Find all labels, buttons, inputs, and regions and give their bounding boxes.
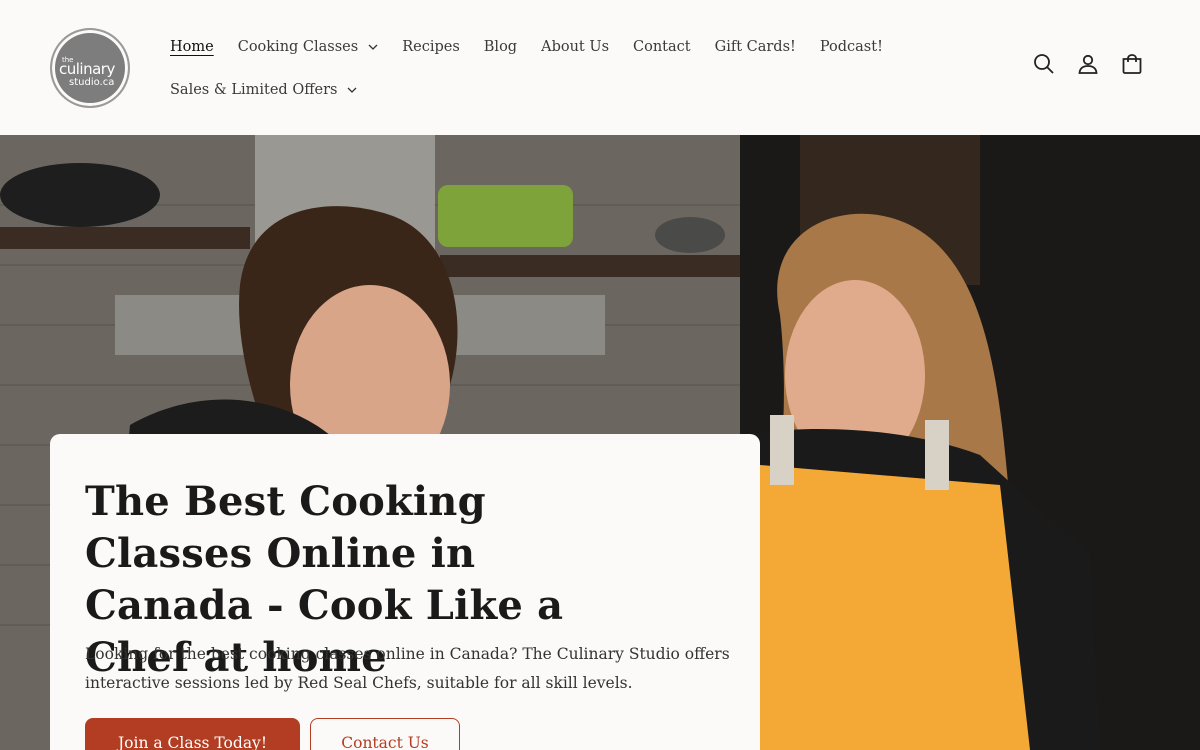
main-nav-row-1: Home Cooking Classes Recipes Blog About …: [158, 32, 895, 62]
main-nav-row-2: Sales & Limited Offers: [158, 75, 369, 105]
nav-item-sales-limited-offers[interactable]: Sales & Limited Offers: [158, 82, 369, 98]
nav-item-recipes[interactable]: Recipes: [390, 39, 472, 55]
nav-item-cooking-classes[interactable]: Cooking Classes: [226, 39, 391, 55]
hero-content-card: The Best Cooking Classes Online in Canad…: [50, 434, 760, 750]
account-icon[interactable]: [1076, 52, 1100, 76]
nav-item-gift-cards[interactable]: Gift Cards!: [703, 39, 808, 55]
cart-icon[interactable]: [1120, 52, 1144, 76]
join-class-button[interactable]: Join a Class Today!: [85, 718, 300, 750]
chevron-down-icon: [368, 44, 378, 50]
hero-description: Looking for the best cooking classes onl…: [85, 645, 730, 692]
chevron-down-icon: [348, 87, 357, 93]
site-header: the culinary studio.ca Home Cooking Clas…: [0, 0, 1200, 135]
culinary-studio-logo[interactable]: the culinary studio.ca: [50, 28, 130, 108]
contact-us-button[interactable]: Contact Us: [310, 718, 460, 750]
search-icon[interactable]: [1032, 52, 1056, 76]
nav-item-contact[interactable]: Contact: [621, 39, 703, 55]
nav-item-blog[interactable]: Blog: [472, 39, 529, 55]
logo-text-line1: culinary: [59, 60, 115, 78]
logo-text-line2: studio.ca: [69, 77, 115, 88]
nav-item-home[interactable]: Home: [158, 39, 226, 55]
nav-item-podcast[interactable]: Podcast!: [808, 39, 895, 55]
header-icons: [1032, 52, 1144, 76]
nav-item-about-us[interactable]: About Us: [529, 39, 621, 55]
